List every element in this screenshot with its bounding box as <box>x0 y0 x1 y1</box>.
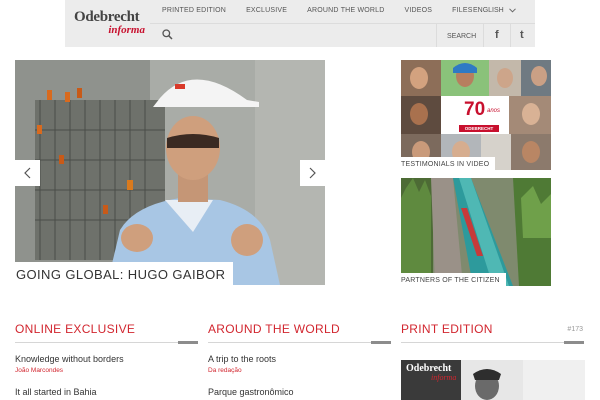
twitter-icon[interactable]: t <box>520 29 524 41</box>
anniversary-label: anos <box>487 108 501 114</box>
article-item[interactable]: A trip to the roots Da redação <box>208 354 276 374</box>
section-title[interactable]: ONLINE EXCLUSIVE <box>15 322 198 336</box>
language-selector[interactable]: ENGLISH <box>473 7 516 14</box>
header-separator <box>510 24 511 47</box>
article-item[interactable]: Knowledge without borders João Marcondes <box>15 354 124 374</box>
section-around-the-world: AROUND THE WORLD A trip to the roots Da … <box>208 322 391 397</box>
chevron-down-icon <box>508 8 516 13</box>
article-title[interactable]: A trip to the roots <box>208 354 276 364</box>
testimonials-caption[interactable]: TESTIMONIALS IN VIDEO <box>401 157 496 170</box>
header-divider <box>150 23 535 24</box>
arrow-right-icon <box>309 167 316 179</box>
nav-printed-edition[interactable]: PRINTED EDITION <box>162 7 226 14</box>
section-rule <box>15 342 198 343</box>
testimonials-video-thumb[interactable]: 70 anos ODEBRECHT TESTIMONIALS IN VIDEO <box>401 60 551 170</box>
section-rule <box>401 342 584 343</box>
logo-subtitle: informa <box>108 24 145 36</box>
hero-photo <box>15 60 325 285</box>
brand-logo[interactable]: Odebrecht informa <box>74 10 146 36</box>
site-header: Odebrecht informa PRINTED EDITION EXCLUS… <box>65 0 535 47</box>
language-label: ENGLISH <box>473 7 504 14</box>
anniversary-number: 70 <box>464 99 486 120</box>
partners-thumb[interactable]: PARTNERS OF THE CITIZEN <box>401 178 551 286</box>
section-rule <box>208 342 391 343</box>
main-nav: PRINTED EDITION EXCLUSIVE AROUND THE WOR… <box>162 7 493 14</box>
issue-number: #173 <box>567 326 583 333</box>
section-title[interactable]: AROUND THE WORLD <box>208 322 391 336</box>
logo-name: Odebrecht <box>74 9 140 25</box>
article-author: Da redação <box>208 367 242 374</box>
nav-videos[interactable]: VIDEOS <box>405 7 433 14</box>
nav-files[interactable]: FILES <box>452 7 472 14</box>
article-title[interactable]: Knowledge without borders <box>15 354 124 364</box>
section-bar <box>178 341 198 344</box>
partners-caption[interactable]: PARTNERS OF THE CITIZEN <box>401 273 506 286</box>
hero-caption[interactable]: GOING GLOBAL: HUGO GAIBOR <box>15 262 234 285</box>
section-bar <box>371 341 391 344</box>
article-author: João Marcondes <box>15 367 64 374</box>
article-item[interactable]: It all started in Bahia <box>15 387 97 397</box>
partners-photo <box>401 178 551 286</box>
magazine-background <box>523 360 585 400</box>
section-print-edition: PRINT EDITION #173 <box>401 322 584 344</box>
magazine-subtitle: informa <box>431 373 457 382</box>
header-separator <box>483 24 484 47</box>
header-separator <box>436 24 437 47</box>
slider-next-button[interactable] <box>300 160 325 186</box>
section-bar <box>564 341 584 344</box>
search-icon[interactable] <box>162 29 173 40</box>
section-online-exclusive: ONLINE EXCLUSIVE Knowledge without borde… <box>15 322 198 397</box>
arrow-left-icon <box>24 167 31 179</box>
nav-exclusive[interactable]: EXCLUSIVE <box>246 7 287 14</box>
nav-around-the-world[interactable]: AROUND THE WORLD <box>307 7 384 14</box>
article-title[interactable]: Parque gastronômico <box>208 387 294 397</box>
anniversary-brand: ODEBRECHT <box>464 126 494 131</box>
search-label[interactable]: SEARCH <box>447 33 476 40</box>
section-title[interactable]: PRINT EDITION <box>401 322 584 336</box>
hero-slider[interactable]: GOING GLOBAL: HUGO GAIBOR <box>15 60 325 285</box>
article-title[interactable]: It all started in Bahia <box>15 387 97 397</box>
magazine-cover[interactable]: Odebrecht informa <box>401 360 523 400</box>
slider-prev-button[interactable] <box>15 160 40 186</box>
facebook-icon[interactable]: f <box>495 29 499 41</box>
article-item[interactable]: Parque gastronômico <box>208 387 294 397</box>
